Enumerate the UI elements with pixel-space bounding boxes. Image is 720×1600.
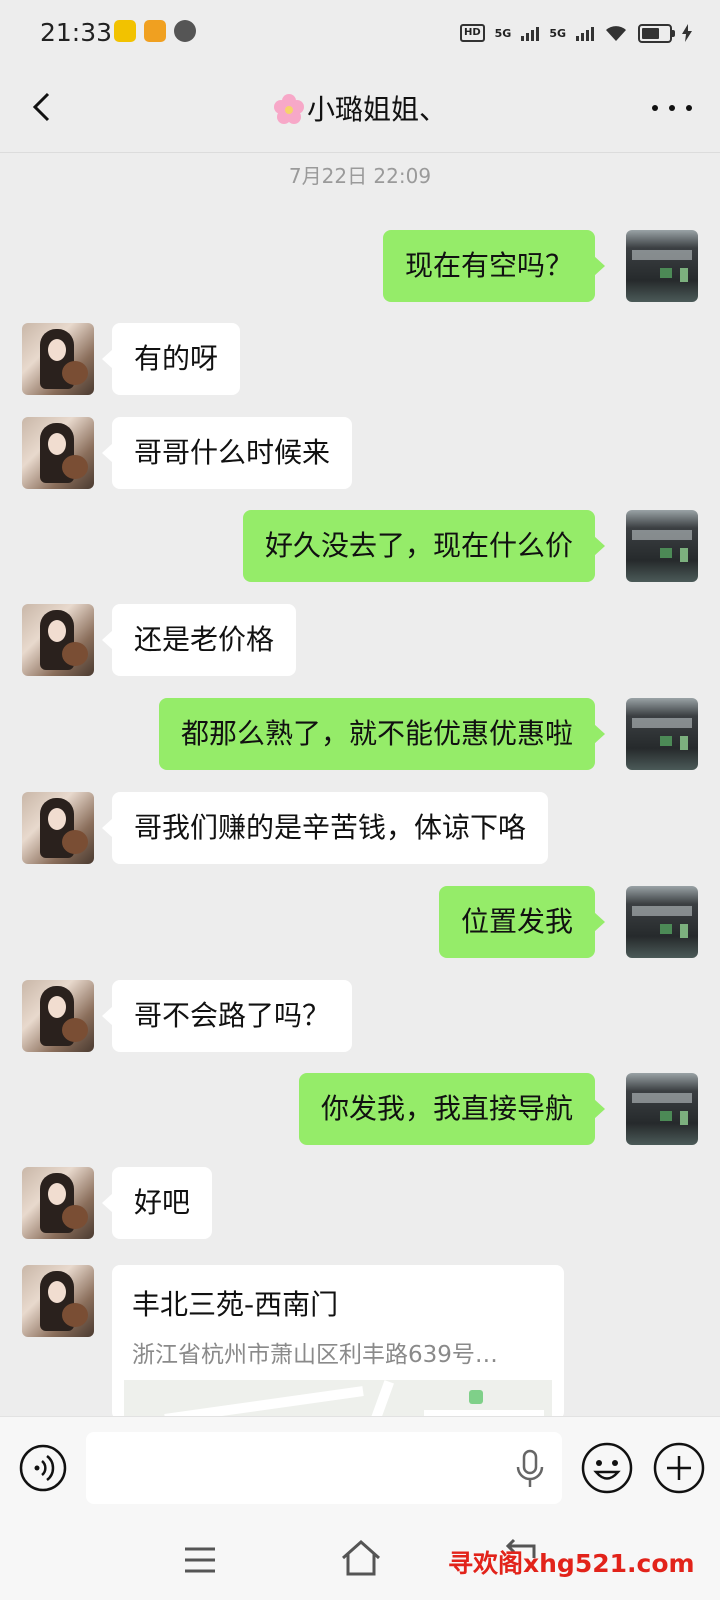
outgoing-message-bubble[interactable]: 你发我，我直接导航: [298, 1073, 606, 1145]
contact-avatar[interactable]: [22, 792, 94, 864]
signal-icon: [521, 25, 540, 41]
more-options-icon[interactable]: [652, 94, 692, 122]
wifi-icon: [606, 26, 626, 41]
status-time: 21:33: [40, 18, 113, 47]
chat-title-text: 小璐姐姐、: [306, 93, 447, 126]
location-card[interactable]: 丰北三苑-西南门 浙江省杭州市萧山区利丰路639号…: [112, 1265, 564, 1420]
outgoing-message-bubble[interactable]: 位置发我: [438, 886, 606, 958]
message-notification-icon: [174, 20, 196, 42]
location-address: 浙江省杭州市萧山区利丰路639号…: [132, 1342, 498, 1368]
flower-emoji-icon: [273, 94, 304, 124]
home-icon[interactable]: [340, 1538, 382, 1578]
my-avatar[interactable]: [626, 1073, 698, 1145]
incoming-message-bubble[interactable]: 还是老价格: [101, 604, 297, 676]
status-indicators: HD 5G 5G: [459, 16, 692, 50]
charging-icon: [682, 24, 692, 42]
my-avatar[interactable]: [626, 698, 698, 770]
incoming-message-bubble[interactable]: 有的呀: [101, 323, 241, 395]
battery-icon: [638, 23, 675, 43]
network-type-b: 5G: [549, 26, 566, 40]
emoji-icon[interactable]: [580, 1441, 634, 1495]
my-avatar[interactable]: [626, 230, 698, 302]
contact-avatar[interactable]: [22, 417, 94, 489]
battery-level: [642, 27, 659, 39]
recent-apps-icon[interactable]: [182, 1544, 218, 1576]
signal-icon-2: [576, 25, 594, 41]
incoming-message-bubble[interactable]: 好吧: [101, 1167, 213, 1239]
message-timestamp: 7月22日 22:09: [288, 164, 432, 188]
hd-voice-icon: HD: [459, 24, 485, 42]
voice-input-icon[interactable]: [18, 1443, 68, 1493]
message-input[interactable]: [86, 1432, 562, 1504]
incoming-message-bubble[interactable]: 哥哥什么时候来: [101, 417, 353, 489]
incoming-message-bubble[interactable]: 哥我们赚的是辛苦钱，体谅下咯: [101, 792, 549, 864]
outgoing-message-bubble[interactable]: 好久没去了，现在什么价: [242, 510, 606, 582]
plus-icon[interactable]: [652, 1441, 706, 1495]
system-navigation-bar: 寻欢阁xhg521.com: [0, 1522, 720, 1600]
status-bar: 21:33 HD 5G 5G: [0, 0, 720, 64]
incoming-message-bubble[interactable]: 哥不会路了吗？: [101, 980, 353, 1052]
video-app-notification-icon: [144, 20, 166, 42]
contact-avatar[interactable]: [22, 1167, 94, 1239]
location-name: 丰北三苑-西南门: [132, 1288, 339, 1321]
outgoing-message-bubble[interactable]: 现在有空吗？: [382, 230, 606, 302]
my-avatar[interactable]: [626, 886, 698, 958]
contact-avatar[interactable]: [22, 604, 94, 676]
microphone-icon[interactable]: [514, 1449, 546, 1489]
location-map-preview: [124, 1380, 552, 1420]
network-type-a: 5G: [494, 26, 512, 40]
my-avatar[interactable]: [626, 510, 698, 582]
app-notification-icon: [114, 20, 136, 42]
contact-avatar[interactable]: [22, 1265, 94, 1337]
outgoing-message-bubble[interactable]: 都那么熟了，就不能优惠优惠啦: [158, 698, 606, 770]
chat-header: 小璐姐姐、: [0, 64, 720, 153]
contact-avatar[interactable]: [22, 323, 94, 395]
chat-title: 小璐姐姐、: [0, 88, 720, 128]
contact-avatar[interactable]: [22, 980, 94, 1052]
input-bar: [0, 1416, 720, 1523]
watermark-text: 寻欢阁xhg521.com: [448, 1549, 695, 1578]
